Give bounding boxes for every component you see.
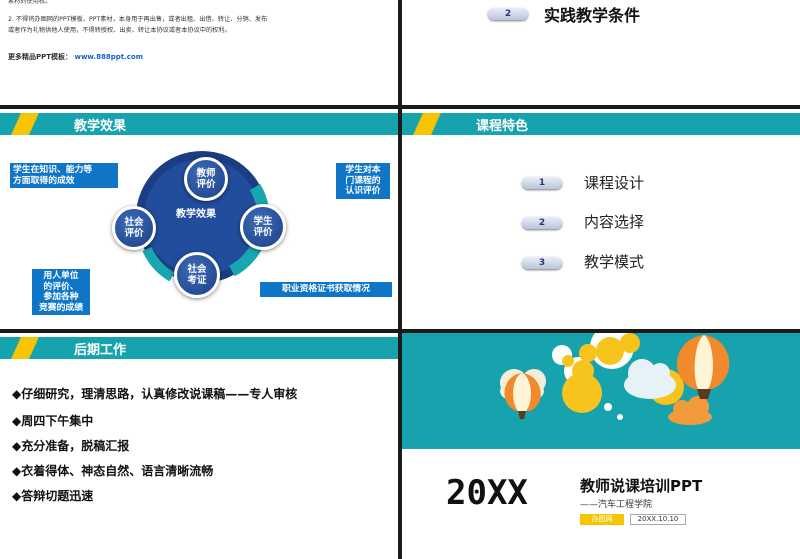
balloon-illustration — [500, 333, 730, 425]
bubble-employer: 用人单位 的评价、 参加各种 竞赛的成绩 — [32, 269, 90, 315]
slide-title: 课程特色 — [476, 119, 529, 134]
slide-follow-up-work[interactable]: 后期工作 ◆仔细研究，理清思路，认真修改说课稿——专人审核 ◆周四下午集中 ◆充… — [0, 333, 398, 559]
cover-tag: 办图网 — [580, 514, 624, 525]
node-social-cert: 社会 考证 — [174, 252, 220, 298]
copyright-line-0: 素材的使用权。 — [8, 0, 52, 5]
cover-title: 教师说课培训PPT — [580, 477, 703, 495]
work-item-2: ◆周四下午集中 — [12, 414, 94, 428]
more-templates-text: 更多精品PPT模板： www.888ppt.com — [8, 53, 143, 61]
bubble-knowledge: 学生在知识、能力等 方面取得的成效 — [10, 163, 118, 188]
copyright-line-1: 2. 不得将办图网的PPT模板、PPT素材，本身用于再出售，或者出租、出借、转让… — [8, 16, 268, 23]
slide-header: 课程特色 — [402, 113, 800, 135]
slide-teaching-effect[interactable]: 教学效果 教学效果 教师 评价 学生 评价 社会 评价 社会 考证 学生在知识、… — [0, 109, 398, 329]
slide-title: 后期工作 — [74, 343, 127, 358]
diagram-center-label: 教学效果 — [176, 209, 216, 220]
work-item-1: ◆仔细研究，理清思路，认真修改说课稿——专人审核 — [12, 387, 298, 401]
slide-cover[interactable]: 20XX 教师说课培训PPT ——汽车工程学院 办图网 20XX.10.10 — [402, 333, 800, 559]
feature-1-label: 课程设计 — [584, 174, 645, 192]
slide-course-features[interactable]: 课程特色 1 课程设计 2 内容选择 3 教学模式 — [402, 109, 800, 329]
slide-copyright[interactable]: 素材的使用权。 2. 不得将办图网的PPT模板、PPT素材，本身用于再出售，或者… — [0, 0, 398, 105]
cover-year: 20XX — [446, 473, 528, 513]
work-item-5: ◆答辩切题迅速 — [12, 489, 94, 503]
item-title: 实践教学条件 — [544, 6, 641, 25]
feature-3-label: 教学模式 — [584, 253, 645, 271]
feature-2-label: 内容选择 — [584, 213, 645, 231]
feature-2-badge: 2 — [522, 217, 562, 229]
work-item-4: ◆衣着得体、神态自然、语言清晰流畅 — [12, 464, 214, 478]
item-number-badge: 2 — [488, 8, 528, 20]
cover-subtitle: ——汽车工程学院 — [580, 500, 653, 510]
slide-practice-conditions[interactable]: 2 实践教学条件 — [402, 0, 800, 105]
work-item-3: ◆充分准备，脱稿汇报 — [12, 439, 130, 453]
feature-3-badge: 3 — [522, 257, 562, 269]
cover-date: 20XX.10.10 — [630, 514, 686, 525]
node-student-eval: 学生 评价 — [240, 204, 286, 250]
node-teacher-eval: 教师 评价 — [184, 157, 228, 201]
node-social-eval: 社会 评价 — [112, 206, 156, 250]
bubble-certificate: 职业资格证书获取情况 — [260, 282, 392, 297]
feature-1-badge: 1 — [522, 177, 562, 189]
bubble-course-view: 学生对本 门课程的 认识评价 — [336, 163, 390, 199]
copyright-line-2: 或者作为礼物供他人使用，不得转授权、出卖、转让本协议或者本协议中的权利。 — [8, 27, 231, 34]
more-templates-link[interactable]: www.888ppt.com — [74, 53, 143, 61]
slide-header: 后期工作 — [0, 337, 398, 359]
